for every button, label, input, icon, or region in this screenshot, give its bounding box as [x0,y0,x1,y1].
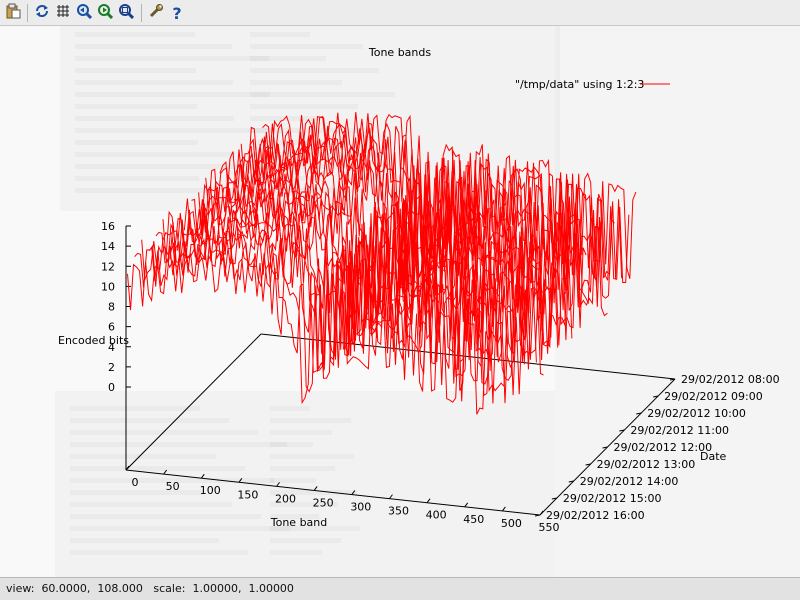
x-tick [200,473,205,479]
autoscale-button[interactable] [116,3,136,23]
refresh-icon [34,3,50,23]
date-tick-label: 29/02/2012 09:00 [664,390,763,403]
z-tick-label: 0 [108,381,115,394]
z-tick-label: 16 [101,220,115,233]
x-tick [313,486,318,491]
date-tick-label: 29/02/2012 10:00 [647,407,746,420]
x-tick-label: 250 [313,496,334,509]
z-tick-label: 2 [108,361,115,374]
previous-zoom-button[interactable] [74,3,94,23]
toolbar-separator [141,4,142,22]
legend-label: "/tmp/data" using 1:2:3 [515,78,644,91]
date-tick-label: 29/02/2012 14:00 [580,475,679,488]
x-tick [464,502,469,508]
scale-label: scale: [153,582,186,595]
depth-axis-line [125,333,262,471]
zoom-next-icon [97,3,114,23]
x-tick-label: 550 [539,521,560,534]
x-tick [163,469,168,475]
z-tick-label: 8 [108,301,115,314]
zoom-autoscale-icon [118,3,135,23]
replot-button[interactable] [32,3,52,23]
help-icon: ? [172,3,182,23]
x-tick-label: 100 [200,484,221,497]
x-tick [351,490,356,495]
date-axis-label: Date [700,450,727,463]
wrench-icon [148,3,164,23]
x-tick-label: 400 [426,509,447,522]
x-tick-label: 500 [501,517,522,530]
zoom-previous-icon [76,3,93,23]
date-tick [534,514,541,517]
x-tick-label: 150 [237,488,258,501]
z-tick-label: 10 [101,280,115,293]
next-zoom-button[interactable] [95,3,115,23]
chart-title: Tone bands [368,46,431,59]
toolbar-separator [27,4,28,22]
grid-icon [55,3,71,23]
scale-value: 1.00000, 1.00000 [192,582,294,595]
x-tick-label: 450 [463,513,484,526]
date-tick-label: 29/02/2012 16:00 [546,509,645,522]
x-tick [389,494,393,499]
chart: Tone bands0 50 100 150 200 250 300 350 400 450 500… [58,46,780,534]
x-axis-label: Tone band [270,516,328,529]
x-tick [501,506,506,512]
view-value: 60.0000, 108.000 [41,582,143,595]
clipboard-icon [5,3,21,23]
plot-canvas[interactable]: Tone bands 0 50 100 150 200 250 300 350 400 450 500… [0,26,800,577]
x-tick-label: 0 [132,476,139,489]
x-tick [426,498,431,504]
toolbar: ? [0,0,800,26]
help-button[interactable]: ? [167,3,187,23]
surface-group [127,112,637,415]
x-tick [276,482,280,487]
copy-to-clipboard-button[interactable] [3,3,23,23]
x-tick-label: 50 [166,480,180,493]
view-label: view: [6,582,35,595]
x-tick-label: 300 [350,501,371,514]
status-bar: view: 60.0000, 108.000 scale: 1.00000, 1… [0,577,800,600]
z-tick-label: 12 [101,260,115,273]
z-tick-label: 14 [101,240,115,253]
date-tick-label: 29/02/2012 11:00 [630,424,729,437]
date-tick-label: 29/02/2012 08:00 [681,373,780,386]
toggle-grid-button[interactable] [53,3,73,23]
configure-button[interactable] [146,3,166,23]
x-tick-label: 350 [388,505,409,518]
z-tick-label: 6 [108,321,115,334]
date-tick-label: 29/02/2012 12:00 [614,441,713,454]
z-axis-label: Encoded bits [58,334,129,347]
date-tick-label: 29/02/2012 13:00 [597,458,696,471]
date-tick-label: 29/02/2012 15:00 [563,492,662,505]
x-tick [238,477,243,483]
plot-window: ? Tone bands 0 50 100 150 200 250 300 350 400 450 5… [0,0,800,600]
x-tick-label: 200 [275,492,296,505]
